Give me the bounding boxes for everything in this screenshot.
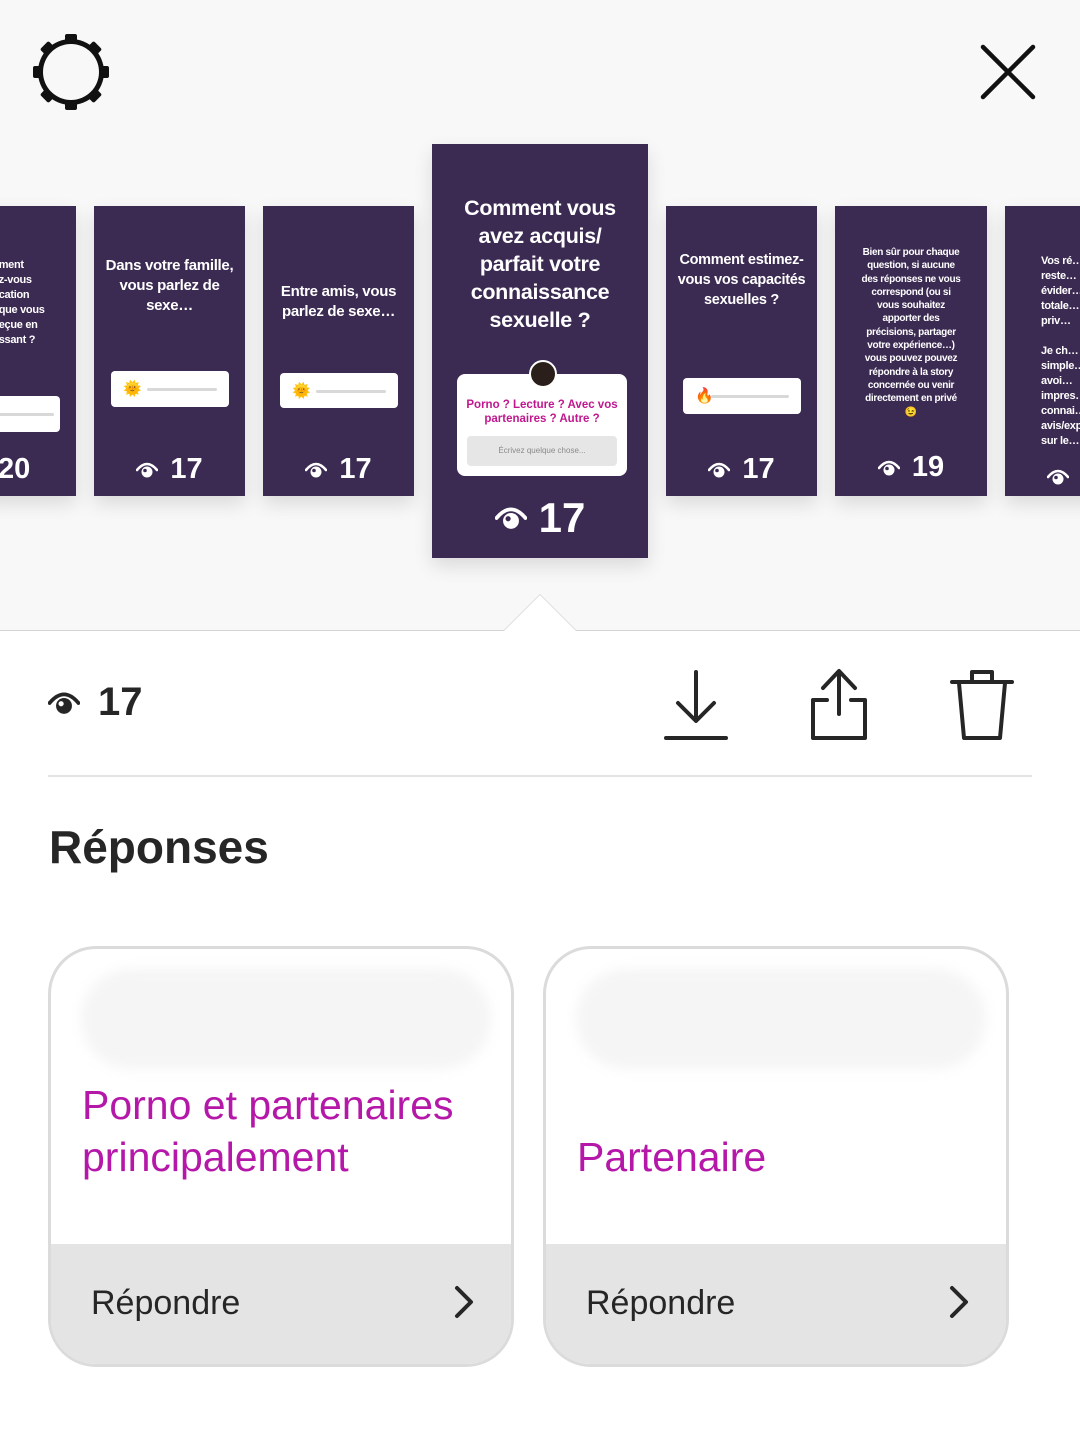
story-thumbnail[interactable]: Dans votre famille, vous parlez de sexe…… <box>94 206 245 496</box>
eye-icon <box>708 462 731 477</box>
story-stats-bar: 17 <box>0 632 1080 775</box>
trash-icon[interactable] <box>950 666 1014 742</box>
chevron-right-icon <box>455 1286 473 1318</box>
story-thumbnail[interactable]: Vos ré… reste… évider… totale… priv… Je … <box>1005 206 1080 496</box>
divider <box>48 775 1032 777</box>
eye-icon <box>494 507 527 529</box>
story-view-count: 19 <box>911 451 945 483</box>
story-view-count: 17 <box>538 494 586 541</box>
selected-story-pointer <box>503 594 577 631</box>
eye-icon <box>1047 469 1069 485</box>
eye-icon <box>48 691 80 714</box>
story-view-count: 17 <box>170 453 203 485</box>
story-thumbnail-selected[interactable]: Comment vous avez acquis/ parfait votre … <box>432 144 648 558</box>
sun-emoji-icon: 🌞 <box>292 382 311 399</box>
story-thumbnail[interactable]: Entre amis, vous parlez de sexe… 🌞 17 <box>263 206 414 496</box>
reply-label: Répondre <box>91 1284 241 1322</box>
story-view-count: 17 <box>339 453 372 485</box>
story-slider: 🌞 <box>280 373 398 408</box>
story-slider: 🌞 <box>111 371 229 407</box>
redacted-username <box>81 969 491 1069</box>
question-sticker-input: Écrivez quelque chose... <box>467 436 617 466</box>
response-card[interactable]: Partenaire Répondre <box>543 946 1009 1367</box>
reply-label: Répondre <box>586 1284 736 1322</box>
story-carousel-area: …ment …z-vous …cation …que vous …eçue en… <box>0 0 1080 631</box>
story-thumbnail[interactable]: Comment estimez-vous vos capacités sexue… <box>666 206 817 496</box>
chevron-right-icon <box>950 1286 968 1318</box>
story-question: …ment …z-vous …cation …que vous …eçue en… <box>0 259 45 346</box>
story-view-count: 17 <box>742 453 775 485</box>
response-card[interactable]: Porno et partenaires principalement Répo… <box>48 946 514 1367</box>
avatar <box>529 360 557 388</box>
story-question: Comment vous avez acquis/ parfait votre … <box>464 196 616 332</box>
story-question: Comment estimez-vous vos capacités sexue… <box>677 252 806 308</box>
close-icon[interactable] <box>978 42 1038 102</box>
sun-emoji-icon: 🌞 <box>123 380 142 398</box>
story-question: Entre amis, vous parlez de sexe… <box>280 283 397 320</box>
story-question: Bien sûr pour chaque question, si aucune… <box>861 247 961 418</box>
reply-button[interactable]: Répondre <box>546 1244 1006 1364</box>
view-count[interactable]: 17 <box>48 680 143 725</box>
story-thumbnail[interactable]: …ment …z-vous …cation …que vous …eçue en… <box>0 206 76 496</box>
share-icon[interactable] <box>807 666 871 742</box>
view-count-value: 17 <box>98 680 143 724</box>
question-sticker-prompt: Porno ? Lecture ? Avec vos partenaires ?… <box>466 399 618 425</box>
redacted-username <box>576 969 986 1069</box>
reply-button[interactable]: Répondre <box>51 1244 511 1364</box>
story-question: Vos ré… reste… évider… totale… priv… Je … <box>1041 255 1080 447</box>
eye-icon <box>305 462 328 477</box>
story-question: Dans votre famille, vous parlez de sexe… <box>105 257 234 314</box>
story-slider <box>0 396 60 432</box>
story-view-count: 20 <box>0 453 31 485</box>
eye-icon <box>877 460 900 475</box>
gear-icon[interactable] <box>32 33 110 111</box>
story-thumbnail[interactable]: Bien sûr pour chaque question, si aucune… <box>835 206 987 496</box>
response-answer: Partenaire <box>577 1134 767 1180</box>
question-sticker: Porno ? Lecture ? Avec vos partenaires ?… <box>457 360 627 476</box>
responses-title: Réponses <box>49 821 269 873</box>
eye-icon <box>136 462 159 477</box>
download-icon[interactable] <box>664 666 728 742</box>
story-slider: 🔥 <box>683 378 801 414</box>
response-answer: Porno et partenaires principalement <box>82 1082 454 1180</box>
